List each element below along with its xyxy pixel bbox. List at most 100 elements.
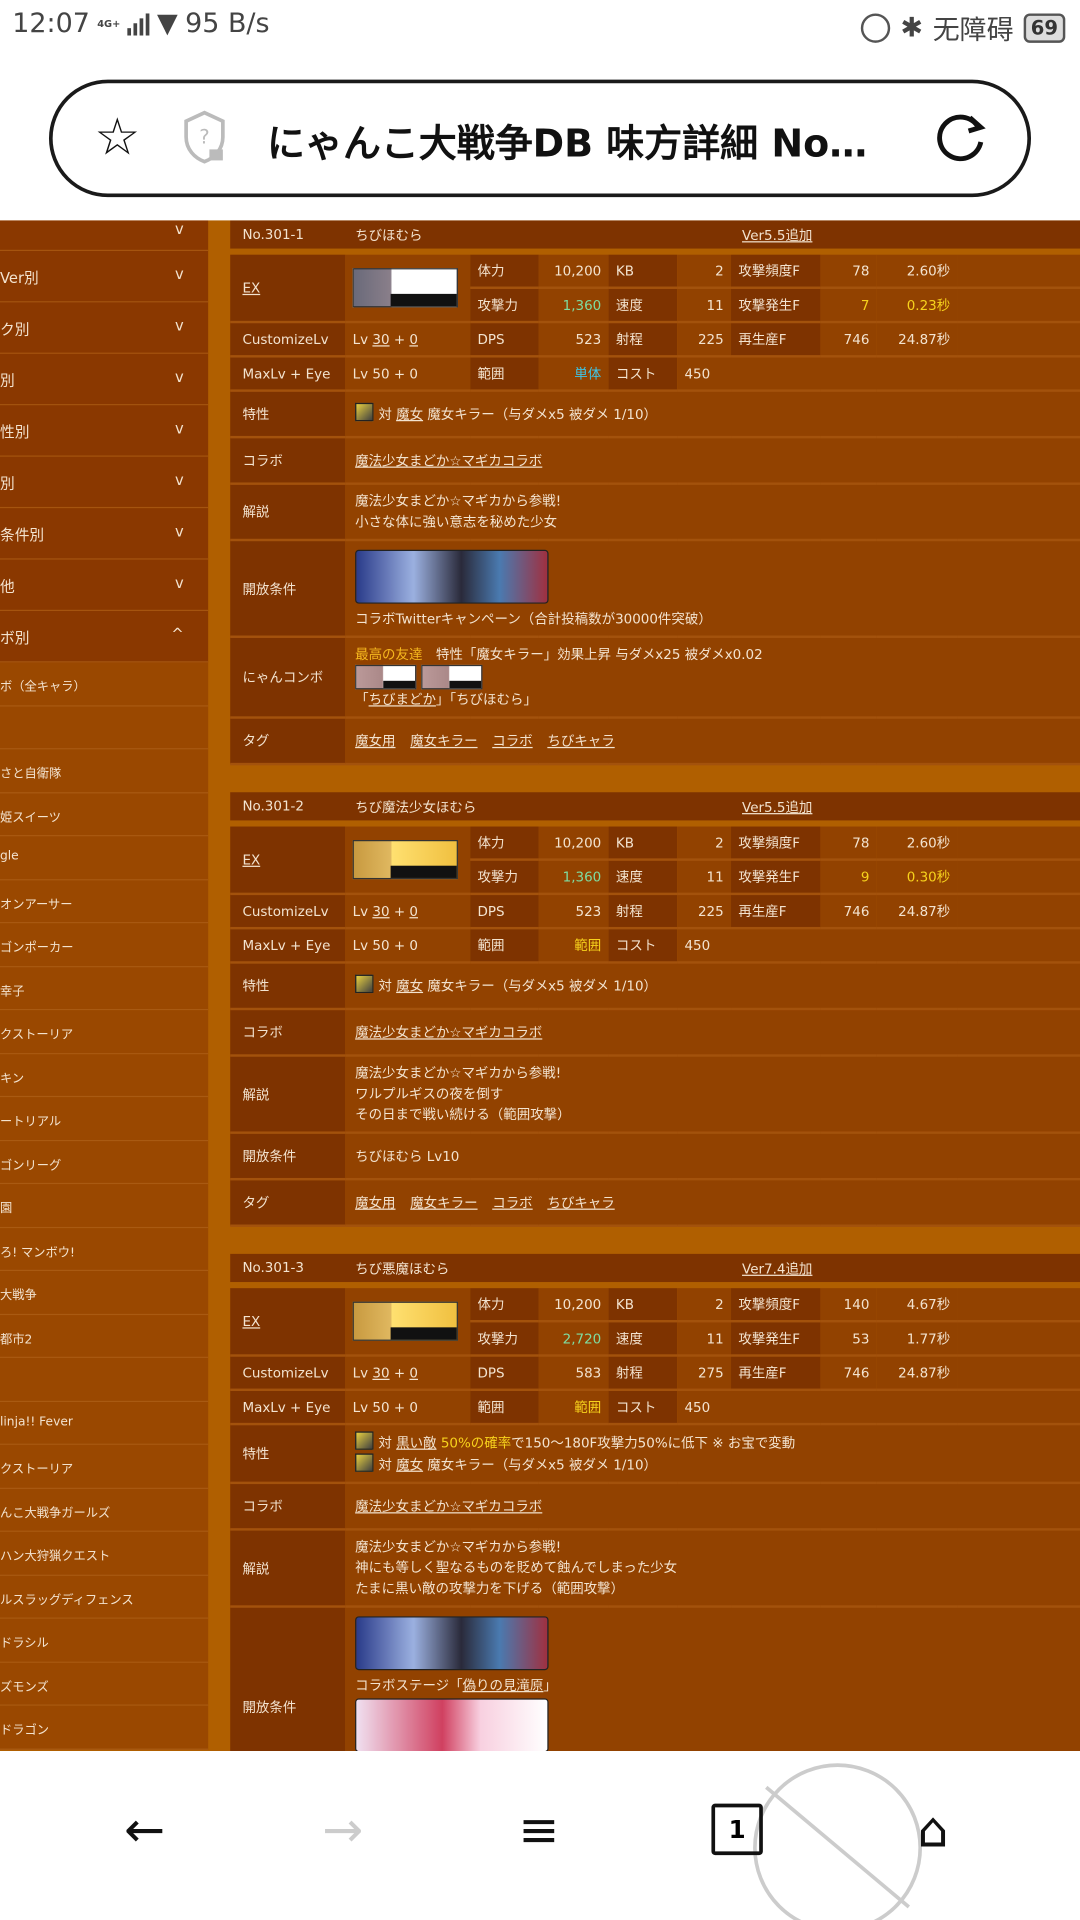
tag-link[interactable]: コラボ <box>492 733 532 749</box>
sidebar-item[interactable]: ドラゴン <box>0 1705 209 1750</box>
unit-thumbnail[interactable] <box>352 268 458 308</box>
version-link[interactable]: Ver5.5追加 <box>742 225 812 245</box>
sidebar-item[interactable]: さと自衛隊 <box>0 749 209 793</box>
back-icon[interactable]: ← <box>108 1800 181 1861</box>
sidebar-item[interactable]: ドラシル <box>0 1618 209 1663</box>
combo-unit-icon[interactable] <box>421 664 483 690</box>
customize-plus-link[interactable]: 0 <box>409 331 418 347</box>
chevron-icon[interactable]: v <box>175 266 184 283</box>
customize-plus-link[interactable]: 0 <box>409 1365 418 1381</box>
sidebar-item[interactable]: gle <box>0 836 209 880</box>
sidebar-item[interactable]: キン <box>0 1053 209 1098</box>
stats-row: EX 体力 10,200 KB 2 攻撃頻度F 78 2.60秒 <box>230 254 1080 324</box>
chevron-icon[interactable]: v <box>175 220 184 237</box>
hp-value: 10,200 <box>538 1288 609 1323</box>
menu-icon[interactable]: ≡ <box>502 1800 575 1861</box>
reload-icon[interactable] <box>934 110 988 164</box>
sidebar-item[interactable]: ズモンズ <box>0 1662 209 1706</box>
sidebar-category[interactable]: 別v <box>0 353 209 406</box>
collab-link[interactable]: 魔法少女まどか☆マギカコラボ <box>355 452 542 468</box>
screen: 12:07 4G+ ▼ 95 B/s ✱ 无障碍 69 ☆ ? にゃんこ大戦争D… <box>0 0 1080 1920</box>
sidebar-category[interactable]: Ver別 v <box>0 251 209 303</box>
tag-link[interactable]: 魔女キラー <box>410 1194 477 1210</box>
version-link[interactable]: Ver7.4追加 <box>742 1258 812 1278</box>
chevron-icon[interactable]: ^ <box>171 626 183 643</box>
customize-lv-link[interactable]: 30 <box>372 1365 389 1381</box>
tag-link[interactable]: 魔女キラー <box>410 733 477 749</box>
empty-cell <box>731 928 1080 964</box>
sidebar-category[interactable]: v <box>0 220 209 252</box>
sidebar-item[interactable]: ルスラッグディフェンス <box>0 1575 209 1619</box>
tag-link[interactable]: ちびキャラ <box>547 733 614 749</box>
sidebar-item[interactable]: ゴンポーカー <box>0 923 209 967</box>
link[interactable]: 黒い敵 <box>396 1435 436 1451</box>
link[interactable]: 魔女 <box>396 978 423 994</box>
collab-banner-image[interactable] <box>355 1698 549 1752</box>
sidebar-item[interactable]: んこ大戦争ガールズ <box>0 1488 209 1532</box>
sidebar-item[interactable]: ゴンリーグ <box>0 1140 209 1185</box>
sidebar-category[interactable]: ボ別 ^ <box>0 611 209 663</box>
sidebar-item[interactable]: クストーリア <box>0 1444 209 1489</box>
sidebar-item[interactable]: 大戦争 <box>0 1271 209 1315</box>
sidebar-item[interactable]: クストーリア <box>0 1010 209 1054</box>
chevron-icon[interactable]: v <box>175 471 184 488</box>
collab-link[interactable]: 魔法少女まどか☆マギカコラボ <box>355 1024 542 1040</box>
ex-label[interactable]: EX <box>242 1313 260 1329</box>
customize-lv-link[interactable]: 30 <box>372 331 389 347</box>
ex-label[interactable]: EX <box>242 852 260 868</box>
sidebar-item[interactable]: 姫スイーツ <box>0 792 209 837</box>
tag-link[interactable]: 魔女用 <box>355 733 395 749</box>
chevron-icon[interactable]: v <box>175 369 184 386</box>
sidebar-item[interactable]: 都市2 <box>0 1314 209 1358</box>
link[interactable]: ちびまどか <box>369 692 436 708</box>
home-icon[interactable]: ⌂ <box>896 1800 969 1861</box>
sidebar-item[interactable] <box>0 705 209 750</box>
sidebar-category[interactable]: 条件別 v <box>0 508 209 560</box>
unit-thumbnail[interactable] <box>352 1301 458 1341</box>
customize-plus-link[interactable]: 0 <box>409 903 418 919</box>
sidebar-item[interactable]: ートリアル <box>0 1097 209 1141</box>
sidebar-category[interactable]: 他v <box>0 559 209 612</box>
sidebar-item[interactable] <box>0 1357 209 1402</box>
collab-banner-image[interactable] <box>355 1616 549 1671</box>
bookmark-star-icon[interactable]: ☆ <box>94 107 140 167</box>
sidebar-item[interactable]: 園 <box>0 1184 209 1228</box>
ex-link[interactable]: EX <box>230 826 346 896</box>
tag-link[interactable]: 魔女用 <box>355 1194 395 1210</box>
status-bar: 12:07 4G+ ▼ 95 B/s ✱ 无障碍 69 <box>0 0 1080 54</box>
range-label: 射程 <box>608 893 678 930</box>
link[interactable]: 偽りの見滝原 <box>463 1678 544 1694</box>
customize-lv-link[interactable]: 30 <box>372 903 389 919</box>
sidebar-item[interactable]: ボ（全キャラ） <box>0 662 209 706</box>
link[interactable]: 魔女 <box>396 1457 423 1473</box>
description-line: その日まで戦い続ける（範囲攻撃） <box>355 1106 571 1123</box>
sidebar-category[interactable]: 性別 v <box>0 405 209 457</box>
chevron-icon[interactable]: v <box>175 420 184 437</box>
unit-thumbnail[interactable] <box>352 840 458 880</box>
tag-link[interactable]: コラボ <box>492 1194 532 1210</box>
sidebar-item[interactable]: linja!! Fever <box>0 1401 209 1445</box>
link[interactable]: 魔女 <box>396 407 423 423</box>
address-bar[interactable]: ☆ ? にゃんこ大戦争DB 味方詳細 No… <box>48 79 1032 198</box>
sidebar-category[interactable]: ク別 v <box>0 302 209 354</box>
tag-link[interactable]: ちびキャラ <box>547 1194 614 1210</box>
chevron-icon[interactable]: v <box>175 523 184 540</box>
sidebar-category[interactable]: 別v <box>0 456 209 509</box>
page-title[interactable]: にゃんこ大戦争DB 味方詳細 No… <box>267 113 867 168</box>
version-link[interactable]: Ver5.5追加 <box>742 797 812 817</box>
sidebar-item[interactable]: 幸子 <box>0 966 209 1011</box>
ex-link[interactable]: EX <box>230 1288 346 1357</box>
tabs-count-button[interactable]: 1 <box>711 1803 763 1856</box>
chevron-icon[interactable]: v <box>175 317 184 334</box>
chevron-icon[interactable]: v <box>175 574 184 591</box>
collab-link[interactable]: 魔法少女まどか☆マギカコラボ <box>355 1498 542 1514</box>
ex-link[interactable]: EX <box>230 254 346 324</box>
combo-unit-icon[interactable] <box>355 664 417 690</box>
sidebar-item[interactable]: ハン大狩猟クエスト <box>0 1531 209 1576</box>
sidebar-item[interactable]: ろ! マンボウ! <box>0 1227 209 1272</box>
security-shield-icon[interactable]: ? <box>182 110 226 164</box>
sidebar-item[interactable]: オンアーサー <box>0 879 209 924</box>
collab-banner-image[interactable] <box>355 549 549 604</box>
forward-icon[interactable]: → <box>306 1800 379 1861</box>
ex-label[interactable]: EX <box>242 280 260 296</box>
